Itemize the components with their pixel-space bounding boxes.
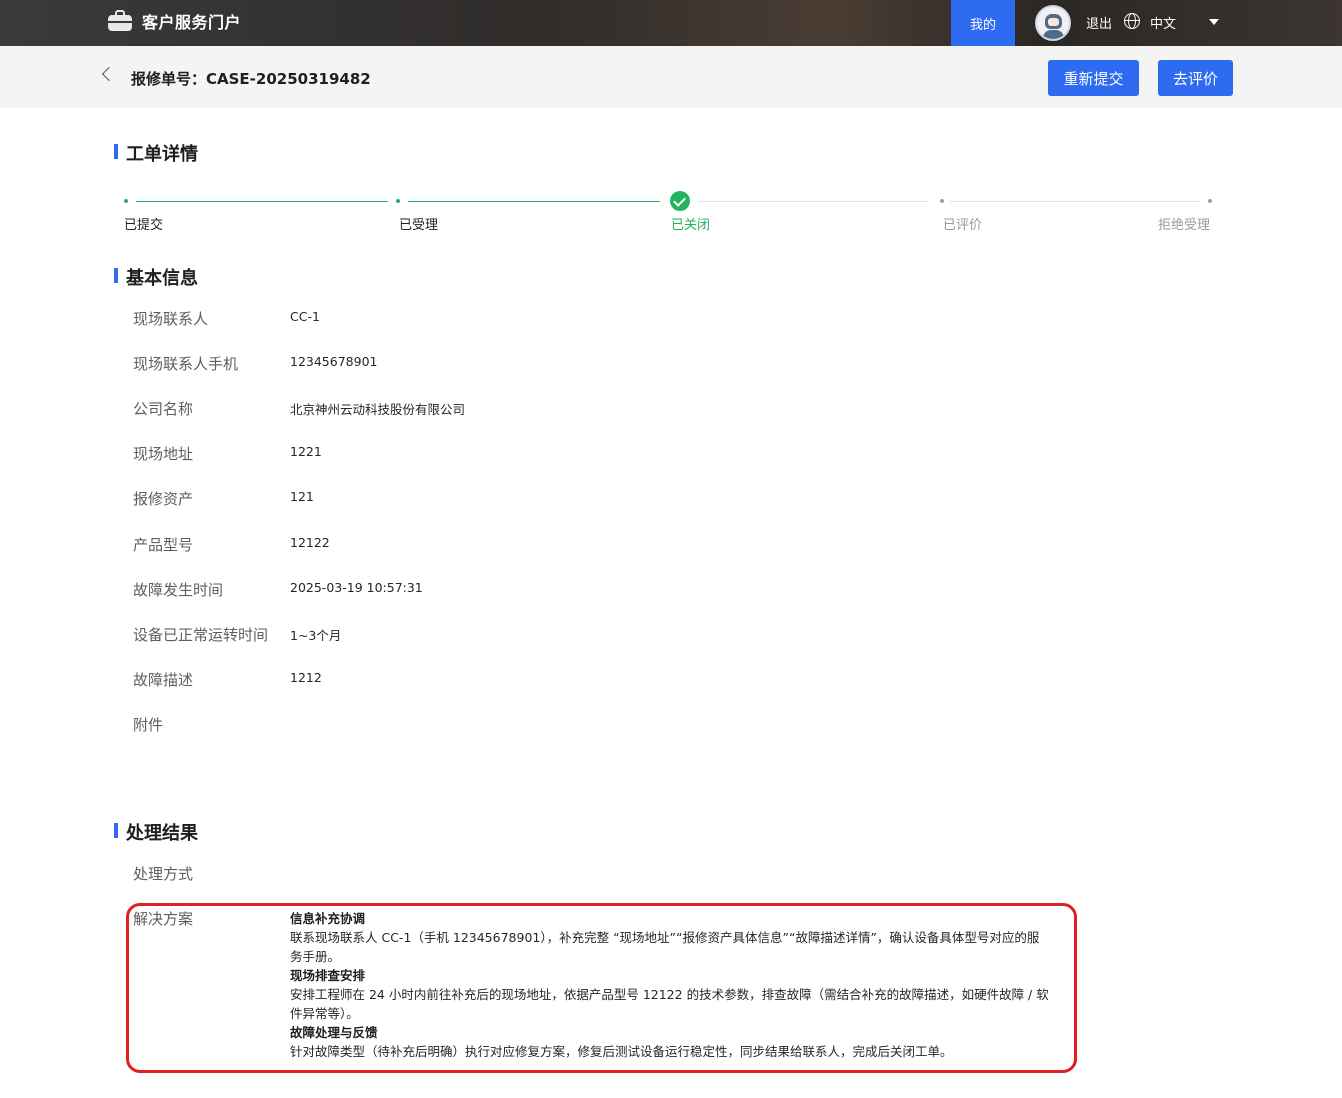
app-title: 客户服务门户	[142, 13, 242, 32]
field-label-phone: 现场联系人手机	[133, 355, 239, 373]
case-header: 报修单号：CASE-20250319482 重新提交 去评价	[0, 46, 1342, 108]
avatar[interactable]	[1035, 5, 1071, 41]
field-value-asset: 121	[290, 489, 314, 504]
field-value-model: 12122	[290, 535, 330, 550]
field-value-phone: 12345678901	[290, 354, 378, 369]
field-value-address: 1221	[290, 444, 322, 459]
top-nav-bar: 客户服务门户 我的 退出 中文	[0, 0, 1342, 46]
field-value-company: 北京神州云动科技股份有限公司	[290, 402, 466, 417]
step-label-submitted: 已提交	[124, 218, 164, 233]
section-title-result: 处理结果	[114, 819, 198, 845]
field-label-asset: 报修资产	[133, 490, 194, 508]
step-connector	[408, 201, 660, 202]
step-dot-submitted	[124, 199, 128, 203]
globe-icon[interactable]	[1124, 13, 1140, 29]
section-title-detail: 工单详情	[114, 140, 198, 166]
back-arrow-icon[interactable]	[101, 66, 117, 82]
field-label-model: 产品型号	[133, 536, 194, 554]
section-title-basic: 基本信息	[114, 264, 198, 290]
resubmit-button[interactable]: 重新提交	[1048, 60, 1139, 96]
step-label-closed: 已关闭	[671, 218, 711, 233]
field-label-address: 现场地址	[133, 445, 194, 463]
field-value-fault-desc: 1212	[290, 670, 322, 685]
field-value-uptime: 1~3个月	[290, 628, 342, 643]
field-value-fault-time: 2025-03-19 10:57:31	[290, 580, 423, 595]
step-connector	[136, 201, 388, 202]
field-label-method: 处理方式	[133, 865, 194, 883]
step-connector	[950, 201, 1200, 202]
field-label-fault-time: 故障发生时间	[133, 581, 224, 599]
field-label-attachment: 附件	[133, 716, 164, 734]
field-label-company: 公司名称	[133, 400, 194, 418]
brand[interactable]: 客户服务门户	[108, 9, 241, 33]
field-label-contact: 现场联系人	[133, 310, 209, 328]
step-label-reviewed: 已评价	[943, 218, 983, 233]
chevron-down-icon[interactable]	[1209, 19, 1219, 25]
briefcase-icon	[108, 10, 132, 32]
step-dot-accepted	[396, 199, 400, 203]
field-value-contact: CC-1	[290, 309, 320, 324]
case-number: 报修单号：CASE-20250319482	[131, 70, 371, 88]
solution-highlight-box	[126, 903, 1077, 1073]
check-circle-icon	[670, 191, 690, 211]
step-connector	[698, 201, 928, 202]
logout-link[interactable]: 退出	[1086, 13, 1112, 32]
step-dot-rejected	[1208, 199, 1212, 203]
field-label-uptime: 设备已正常运转时间	[133, 626, 269, 644]
language-selector[interactable]: 中文	[1150, 13, 1176, 32]
field-label-fault-desc: 故障描述	[133, 671, 194, 689]
nav-mine-tab[interactable]: 我的	[951, 0, 1015, 46]
review-button[interactable]: 去评价	[1158, 60, 1233, 96]
step-dot-reviewed	[940, 199, 944, 203]
step-label-rejected: 拒绝受理	[1158, 218, 1211, 233]
step-label-accepted: 已受理	[399, 218, 439, 233]
